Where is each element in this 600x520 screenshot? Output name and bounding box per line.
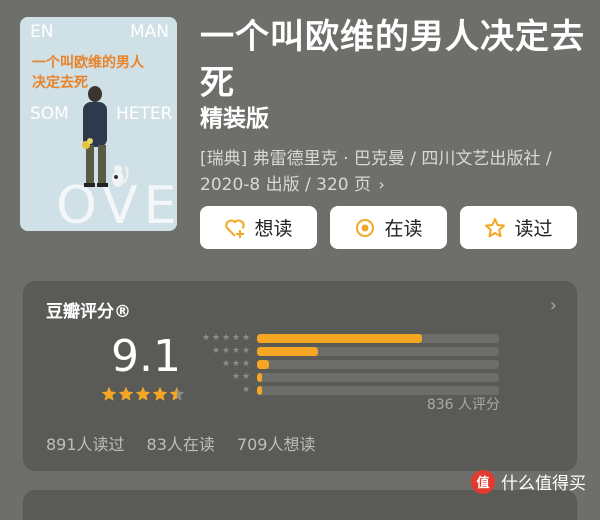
chevron-right-icon: › <box>549 295 557 316</box>
small-star-icon: ★ <box>241 385 251 395</box>
reading-button[interactable]: 在读 <box>330 206 447 249</box>
rating-star-icon <box>169 386 185 401</box>
book-cover[interactable]: EN MAN 一个叫欧维的男人 决定去死 SOM HETER OVE <box>20 17 177 231</box>
book-title: 一个叫欧维的男人决定去死 <box>200 17 585 103</box>
rating-bar-fill <box>257 360 270 369</box>
rating-bar-track <box>257 334 499 343</box>
rating-bar-row: ★ ★ ★ ★ <box>195 346 499 357</box>
rating-bar-fill <box>257 386 262 395</box>
rating-bar-track <box>257 347 499 356</box>
rating-bar-stars: ★ <box>195 385 257 396</box>
cover-illustration: EN MAN 一个叫欧维的男人 决定去死 SOM HETER OVE <box>20 17 177 231</box>
rating-stars <box>101 386 185 402</box>
rating-bar-stars: ★ ★ ★ ★ ★ <box>195 333 257 344</box>
have-read-label: 读过 <box>514 218 553 240</box>
rating-bar-stars: ★ ★ ★ ★ <box>195 346 257 357</box>
small-star-icon: ★ <box>221 333 231 343</box>
target-circle-icon <box>356 218 375 237</box>
small-star-icon: ★ <box>231 359 241 369</box>
small-star-icon: ★ <box>231 346 241 356</box>
star-outline-icon <box>485 217 506 237</box>
chevron-right-icon: › <box>378 175 385 194</box>
small-star-icon: ★ <box>221 359 231 369</box>
small-star-icon: ★ <box>241 333 251 343</box>
next-card-peek <box>23 490 577 520</box>
rating-bar-track <box>257 360 499 369</box>
rating-star-icon <box>135 386 151 401</box>
stat-want-to-read: 709人想读 <box>236 435 316 454</box>
stat-have-read: 891人读过 <box>46 435 125 454</box>
small-star-icon: ★ <box>231 333 241 343</box>
heart-plus-icon <box>225 219 246 238</box>
small-star-icon: ★ <box>211 346 221 356</box>
rating-bar-stars: ★ ★ ★ <box>195 359 257 370</box>
rating-bar-row: ★ ★ <box>195 372 499 383</box>
rating-header: 豆瓣评分® <box>46 302 131 322</box>
rating-bar-track <box>257 373 499 382</box>
rating-distribution: ★ ★ ★ ★ ★ ★ ★ ★ ★ ★ ★ ★ ★ ★ ★ <box>195 333 499 398</box>
small-star-icon: ★ <box>241 372 251 382</box>
watermark-text: 什么值得买 <box>501 474 586 494</box>
rating-bar-fill <box>257 347 318 356</box>
small-star-icon: ★ <box>221 346 231 356</box>
rating-star-icon <box>118 386 134 401</box>
book-meta[interactable]: [瑞典] 弗雷德里克 · 巴克曼 / 四川文艺出版社 / 2020-8 出版 /… <box>200 147 572 198</box>
small-star-icon: ★ <box>241 346 251 356</box>
small-star-icon: ★ <box>201 333 211 343</box>
small-star-icon: ★ <box>231 372 241 382</box>
small-star-icon: ★ <box>241 359 251 369</box>
reading-label: 在读 <box>384 218 423 240</box>
cover-en-mid-left: SOM <box>30 104 69 124</box>
rating-star-icon <box>152 386 168 401</box>
cover-en-top-left: EN <box>30 22 53 42</box>
stat-reading: 83人在读 <box>146 435 215 454</box>
book-subtitle: 精装版 <box>200 106 269 132</box>
action-buttons: 想读 在读 读过 <box>200 206 577 249</box>
have-read-button[interactable]: 读过 <box>460 206 577 249</box>
book-meta-text: [瑞典] 弗雷德里克 · 巴克曼 / 四川文艺出版社 / 2020-8 出版 /… <box>200 149 552 195</box>
rating-bar-fill <box>257 373 262 382</box>
watermark: 值 什么值得买 <box>471 469 586 494</box>
small-star-icon: ★ <box>211 333 221 343</box>
want-to-read-button[interactable]: 想读 <box>200 206 317 249</box>
rating-bar-row: ★ ★ ★ ★ ★ <box>195 333 499 344</box>
rating-score: 9.1 <box>111 331 181 382</box>
rating-count: 836 人评分 <box>426 397 500 413</box>
rating-star-icon <box>101 386 117 401</box>
reader-stats: 891人读过 83人在读 709人想读 <box>46 431 315 455</box>
cover-title-line2: 决定去死 <box>32 74 88 91</box>
rating-bar-row: ★ ★ ★ <box>195 359 499 370</box>
want-to-read-label: 想读 <box>254 218 293 240</box>
cover-title-line1: 一个叫欧维的男人 <box>32 54 145 71</box>
cover-en-mid-right: HETER <box>116 104 173 124</box>
rating-bar-stars: ★ ★ <box>195 372 257 383</box>
rating-card[interactable]: 豆瓣评分® › 9.1 ★ ★ ★ ★ ★ ★ ★ ★ ★ ★ ★ ★ ★ ★ ★ 836 人评分 891人… <box>23 281 577 471</box>
watermark-logo: 值 <box>471 469 495 494</box>
cover-en-top-right: MAN <box>130 22 169 42</box>
rating-bar-fill <box>257 334 422 343</box>
